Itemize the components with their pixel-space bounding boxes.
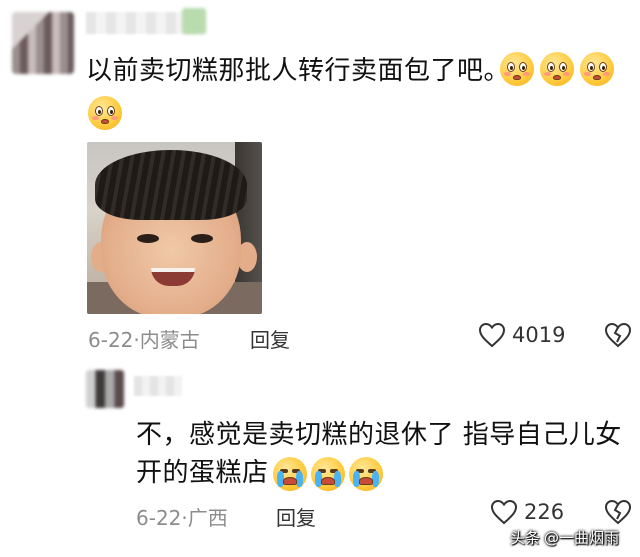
heart-icon: [478, 322, 506, 348]
avatar[interactable]: [12, 12, 74, 74]
comment-text: 不，感觉是卖切糕的退休了 指导自己儿女开的蛋糕店: [136, 416, 636, 492]
comment-thread: 以前卖切糕那批人转行卖面包了吧。 6-22·内蒙古 回复 4019 不，感觉是卖…: [0, 0, 640, 557]
reply-button[interactable]: 回复: [276, 502, 316, 531]
user-badge-icon: [182, 8, 206, 34]
like-button[interactable]: 4019: [478, 322, 565, 348]
pleading-face-icon: [88, 96, 122, 130]
comment-date: 6-22: [88, 328, 134, 352]
crying-face-icon: [272, 456, 307, 491]
heart-icon: [490, 499, 518, 525]
emoji-group: [272, 456, 383, 491]
comment-meta: 6-22·内蒙古: [88, 324, 200, 353]
watermark-account: @一曲烟雨: [544, 529, 620, 547]
like-count: 4019: [512, 323, 566, 347]
pleading-face-icon: [500, 52, 534, 86]
emoji-group: [500, 52, 614, 86]
comment-location: 内蒙古: [139, 328, 200, 352]
dislike-button[interactable]: [604, 499, 632, 529]
emoji-group: [88, 96, 122, 130]
reply-button[interactable]: 回复: [250, 324, 290, 353]
watermark: 头条 @一曲烟雨: [510, 527, 619, 548]
comment-date: 6-22: [136, 506, 182, 530]
comment-location: 广西: [187, 506, 228, 530]
attached-image[interactable]: [87, 142, 262, 314]
crying-face-icon: [348, 456, 383, 491]
comment-text: 以前卖切糕那批人转行卖面包了吧。: [86, 56, 511, 86]
username-blurred[interactable]: [134, 376, 182, 396]
dislike-button[interactable]: [604, 322, 632, 352]
comment-meta: 6-22·广西: [136, 502, 228, 531]
like-count: 226: [524, 500, 565, 524]
pleading-face-icon: [540, 52, 574, 86]
broken-heart-icon: [604, 322, 632, 348]
crying-face-icon: [310, 456, 345, 491]
pleading-face-icon: [580, 52, 614, 86]
avatar[interactable]: [86, 370, 124, 408]
like-button[interactable]: 226: [490, 499, 564, 525]
broken-heart-icon: [604, 499, 632, 525]
watermark-brand: 头条: [510, 529, 541, 547]
